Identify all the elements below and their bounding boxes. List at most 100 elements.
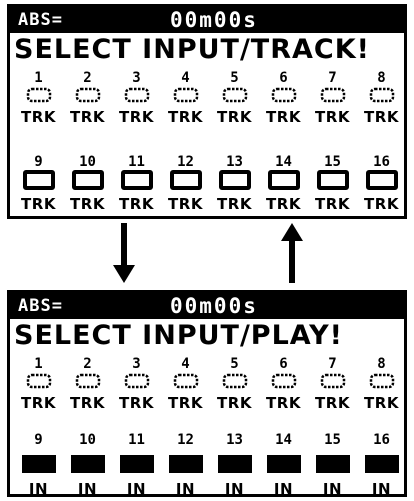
channel-cell[interactable]: 1 TRK — [14, 357, 63, 411]
arrow-down-icon — [113, 223, 135, 283]
channel-cell[interactable]: 5 TRK — [210, 71, 259, 125]
channel-label: TRK — [315, 394, 350, 412]
channel-label: TRK — [217, 195, 252, 213]
status-bar: ABS= 00m00s — [10, 293, 404, 319]
channel-cell[interactable]: 1 TRK — [14, 71, 63, 125]
lcd-screen-select-track: ABS= 00m00s SELECT INPUT/TRACK! 1 TRK 2 TRK… — [7, 4, 407, 219]
track-box-icon — [71, 170, 104, 190]
dotted-track-slot-icon — [320, 87, 345, 103]
input-filled-icon — [364, 455, 399, 473]
channel-label: TRK — [21, 394, 56, 412]
channel-label: TRK — [266, 195, 301, 213]
channel-number: 6 — [279, 70, 288, 86]
channel-cell[interactable]: 12 TRK — [161, 155, 210, 212]
screen-title: SELECT INPUT/TRACK! — [14, 34, 370, 65]
dotted-track-slot-icon — [271, 373, 296, 389]
channel-cell[interactable]: 4 TRK — [161, 357, 210, 411]
channel-cell[interactable]: 16 IN — [357, 433, 406, 497]
channel-number: 13 — [226, 432, 243, 448]
channel-number: 15 — [324, 154, 341, 170]
channel-cell[interactable]: 5 TRK — [210, 357, 259, 411]
input-filled-icon — [315, 455, 350, 473]
channel-number: 12 — [177, 154, 194, 170]
dotted-track-slot-icon — [173, 87, 198, 103]
track-box-icon — [120, 170, 153, 190]
input-filled-icon — [168, 455, 203, 473]
track-box-icon — [22, 170, 55, 190]
channel-cell[interactable]: 12 IN — [161, 433, 210, 497]
track-box-icon — [365, 170, 398, 190]
channel-number: 9 — [34, 432, 43, 448]
channel-label: TRK — [266, 394, 301, 412]
channel-number: 11 — [128, 154, 145, 170]
channel-label: TRK — [217, 108, 252, 126]
channel-cell[interactable]: 14 IN — [259, 433, 308, 497]
channel-cell[interactable]: 7 TRK — [308, 71, 357, 125]
time-readout: 00m00s — [170, 8, 258, 32]
channel-cell[interactable]: 6 TRK — [259, 71, 308, 125]
channel-cell[interactable]: 6 TRK — [259, 357, 308, 411]
channel-cell[interactable]: 13 TRK — [210, 155, 259, 212]
track-box-icon — [267, 170, 300, 190]
channel-number: 3 — [132, 356, 141, 372]
arrow-up-icon — [281, 223, 303, 283]
channel-label: TRK — [315, 195, 350, 213]
abs-label: ABS= — [18, 10, 63, 30]
channel-cell[interactable]: 9 IN — [14, 433, 63, 497]
channel-label: IN — [175, 480, 196, 498]
channel-cell[interactable]: 11 TRK — [112, 155, 161, 212]
dotted-track-slot-icon — [75, 87, 100, 103]
channel-cell[interactable]: 3 TRK — [112, 357, 161, 411]
dotted-track-slot-icon — [26, 87, 51, 103]
channel-cell[interactable]: 4 TRK — [161, 71, 210, 125]
channel-cell[interactable]: 8 TRK — [357, 71, 406, 125]
track-row-1-8: 1 TRK 2 TRK 3 TRK 4 TRK 5 TRK 6 TRK 7 TRK 8 TRK — [14, 71, 406, 125]
time-readout: 00m00s — [170, 294, 258, 318]
channel-number: 10 — [79, 154, 96, 170]
channel-cell[interactable]: 2 TRK — [63, 71, 112, 125]
channel-label: IN — [28, 480, 49, 498]
track-box-icon — [316, 170, 349, 190]
channel-number: 16 — [373, 432, 390, 448]
channel-cell[interactable]: 9 TRK — [14, 155, 63, 212]
dotted-track-slot-icon — [75, 373, 100, 389]
input-filled-icon — [119, 455, 154, 473]
abs-label: ABS= — [18, 296, 63, 316]
channel-number: 7 — [328, 70, 337, 86]
channel-label: TRK — [21, 108, 56, 126]
channel-cell[interactable]: 14 TRK — [259, 155, 308, 212]
channel-cell[interactable]: 3 TRK — [112, 71, 161, 125]
channel-number: 2 — [83, 70, 92, 86]
channel-label: TRK — [168, 394, 203, 412]
channel-label: TRK — [168, 108, 203, 126]
track-row-1-8: 1 TRK 2 TRK 3 TRK 4 TRK 5 TRK 6 TRK 7 TRK 8 TRK — [14, 357, 406, 411]
dotted-track-slot-icon — [124, 373, 149, 389]
channel-cell[interactable]: 10 TRK — [63, 155, 112, 212]
channel-label: IN — [273, 480, 294, 498]
channel-cell[interactable]: 15 IN — [308, 433, 357, 497]
channel-cell[interactable]: 16 TRK — [357, 155, 406, 212]
dotted-track-slot-icon — [26, 373, 51, 389]
channel-number: 1 — [34, 356, 43, 372]
channel-number: 5 — [230, 356, 239, 372]
channel-cell[interactable]: 7 TRK — [308, 357, 357, 411]
channel-label: TRK — [315, 108, 350, 126]
channel-cell[interactable]: 8 TRK — [357, 357, 406, 411]
channel-cell[interactable]: 15 TRK — [308, 155, 357, 212]
channel-number: 6 — [279, 356, 288, 372]
channel-cell[interactable]: 11 IN — [112, 433, 161, 497]
channel-label: TRK — [168, 195, 203, 213]
channel-number: 2 — [83, 356, 92, 372]
channel-number: 12 — [177, 432, 194, 448]
channel-number: 3 — [132, 70, 141, 86]
channel-label: TRK — [364, 108, 399, 126]
channel-cell[interactable]: 2 TRK — [63, 357, 112, 411]
channel-number: 14 — [275, 432, 292, 448]
channel-label: IN — [77, 480, 98, 498]
channel-cell[interactable]: 10 IN — [63, 433, 112, 497]
channel-cell[interactable]: 13 IN — [210, 433, 259, 497]
dotted-track-slot-icon — [369, 373, 394, 389]
channel-label: IN — [224, 480, 245, 498]
dotted-track-slot-icon — [320, 373, 345, 389]
channel-label: TRK — [21, 195, 56, 213]
